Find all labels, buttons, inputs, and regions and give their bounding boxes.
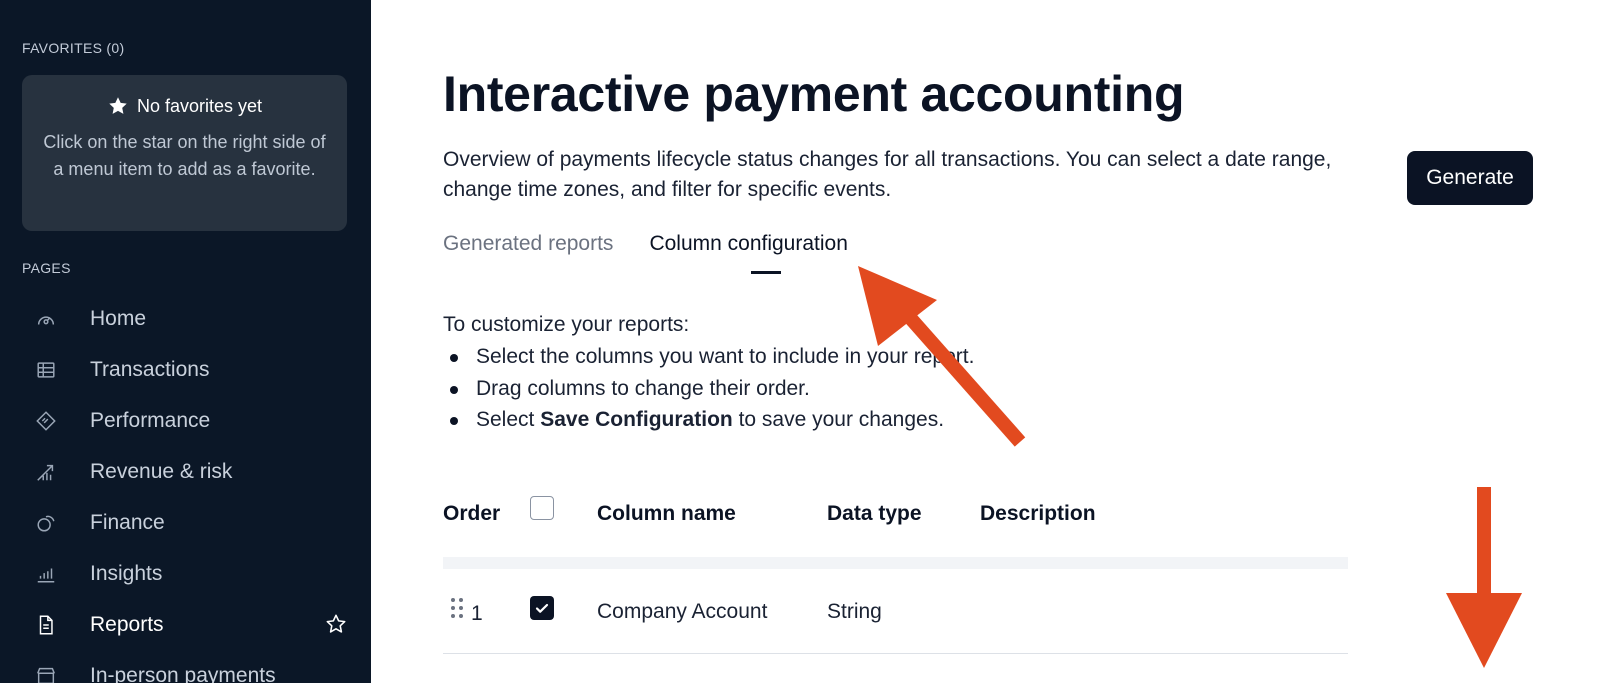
table-row: 1 Company Account String (443, 580, 1348, 654)
pages-label: PAGES (22, 260, 71, 276)
row-order: 1 (471, 602, 483, 625)
cell-column-name: Company Account (597, 600, 768, 623)
sidebar-item-label: Performance (90, 408, 211, 432)
diamond-arrows-icon (34, 409, 58, 433)
sidebar-item-reports[interactable]: Reports (0, 599, 371, 650)
instruction-item: Select the columns you want to include i… (443, 341, 974, 373)
document-icon (34, 613, 58, 637)
sidebar-item-performance[interactable]: Performance (0, 395, 371, 446)
column-header-column-name: Column name (597, 502, 736, 525)
column-header-data-type: Data type (827, 502, 922, 525)
instruction-text: Select (476, 408, 541, 431)
sidebar-item-label: Finance (90, 510, 165, 534)
page-description: Overview of payments lifecycle status ch… (443, 148, 1332, 201)
instruction-item: Select Save Configuration to save your c… (443, 404, 974, 436)
select-all-checkbox[interactable] (530, 496, 554, 520)
store-icon (34, 664, 58, 683)
generate-button[interactable]: Generate (1407, 151, 1533, 205)
tabs: Generated reports Column configuration (443, 232, 848, 268)
table-icon (34, 358, 58, 382)
bar-chart-icon (34, 562, 58, 586)
main-content: Interactive payment accounting Overview … (371, 0, 1600, 683)
trend-arrows-icon (34, 460, 58, 484)
instructions-intro: To customize your reports: (443, 313, 690, 336)
instruction-text: to save your changes. (732, 408, 945, 431)
tab-generated-reports[interactable]: Generated reports (443, 232, 613, 268)
sidebar-item-insights[interactable]: Insights (0, 548, 371, 599)
instruction-item: Drag columns to change their order. (443, 373, 974, 405)
favorites-empty-box: No favorites yet Click on the star on th… (22, 75, 347, 231)
checkmark-icon (535, 603, 549, 613)
tab-column-configuration[interactable]: Column configuration (649, 232, 847, 268)
sidebar-nav: Home Transactions Performance Revenue & … (0, 293, 371, 683)
favorites-label: FAVORITES (0) (22, 40, 125, 56)
sidebar-item-revenue-risk[interactable]: Revenue & risk (0, 446, 371, 497)
favorites-empty-text: Click on the star on the right side of a… (43, 132, 326, 179)
page-title: Interactive payment accounting (443, 66, 1185, 122)
sidebar-item-label: In-person payments (90, 663, 276, 683)
column-header-order: Order (443, 502, 501, 525)
instructions-list: Select the columns you want to include i… (443, 341, 974, 436)
coins-icon (34, 511, 58, 535)
sidebar-item-label: Insights (90, 561, 163, 585)
active-tab-indicator (751, 271, 781, 274)
drag-handle-icon[interactable] (449, 596, 465, 620)
sidebar-item-transactions[interactable]: Transactions (0, 344, 371, 395)
column-header-description: Description (980, 502, 1096, 525)
sidebar-item-label: Reports (90, 612, 164, 636)
cell-data-type: String (827, 600, 882, 623)
sidebar-item-home[interactable]: Home (0, 293, 371, 344)
table-header: Order Column name Data type Description (443, 496, 1348, 536)
sidebar-item-finance[interactable]: Finance (0, 497, 371, 548)
sidebar-item-label: Transactions (90, 357, 210, 381)
sidebar-item-label: Home (90, 306, 147, 330)
instructions: To customize your reports: Select the co… (443, 313, 974, 436)
sidebar-item-in-person-payments[interactable]: In-person payments (0, 650, 371, 683)
favorites-empty-title: No favorites yet (136, 95, 263, 116)
star-outline-icon[interactable] (325, 613, 347, 635)
star-filled-icon (109, 97, 127, 114)
sidebar: FAVORITES (0) No favorites yet Click on … (0, 0, 371, 683)
instruction-bold: Save Configuration (540, 408, 733, 431)
sidebar-item-label: Revenue & risk (90, 459, 233, 483)
row-checkbox[interactable] (530, 596, 554, 620)
home-gauge-icon (34, 307, 58, 331)
table-divider (443, 557, 1348, 569)
